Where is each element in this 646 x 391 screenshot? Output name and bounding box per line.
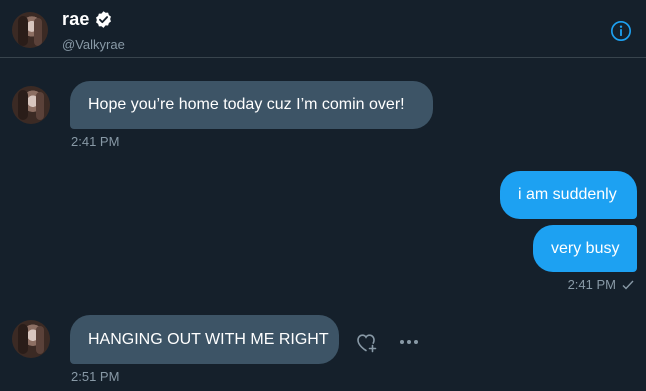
avatar[interactable] xyxy=(12,12,48,48)
message-text: HANGING OUT WITH ME RIGHT xyxy=(88,330,329,348)
name-row: rae xyxy=(62,9,113,30)
add-reaction-heart-icon[interactable] xyxy=(354,330,378,354)
avatar[interactable] xyxy=(12,86,50,124)
message-text: i am suddenly xyxy=(518,186,617,203)
sent-message-bubble[interactable]: i am suddenly xyxy=(500,171,637,219)
info-icon[interactable] xyxy=(610,20,632,42)
display-name[interactable]: rae xyxy=(62,9,90,30)
message-text: very busy xyxy=(551,239,620,257)
message-text: Hope you’re home today cuz I’m comin ove… xyxy=(88,96,405,113)
received-message-bubble[interactable]: Hope you’re home today cuz I’m comin ove… xyxy=(70,81,433,129)
verified-badge-icon xyxy=(95,11,111,28)
avatar[interactable] xyxy=(12,320,50,358)
sent-message-bubble[interactable]: very busy xyxy=(533,225,637,272)
username-handle: @Valkyrae xyxy=(62,37,125,52)
message-timestamp-row: 2:41 PM xyxy=(568,277,634,292)
message-timestamp: 2:51 PM xyxy=(71,369,120,384)
received-message-bubble[interactable]: HANGING OUT WITH ME RIGHT xyxy=(70,315,339,364)
message-timestamp: 2:41 PM xyxy=(567,277,616,292)
message-timestamp: 2:41 PM xyxy=(71,134,120,149)
more-options-icon[interactable] xyxy=(398,336,420,348)
checkmark-icon xyxy=(622,280,634,290)
conversation-header: rae @Valkyrae xyxy=(0,0,646,58)
